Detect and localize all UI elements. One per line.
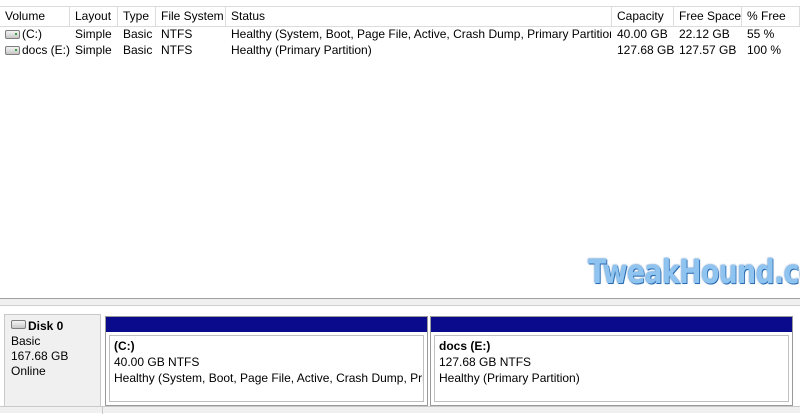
- column-header-layout[interactable]: Layout: [70, 7, 118, 26]
- disk-icon: [11, 320, 26, 329]
- disk-info-panel[interactable]: Disk 0 Basic 167.68 GB Online: [4, 314, 101, 409]
- cell-layout: Simple: [75, 43, 112, 57]
- column-header-capacity[interactable]: Capacity: [612, 7, 674, 26]
- partition-size: 40.00 GB NTFS: [114, 355, 200, 369]
- partition-e[interactable]: docs (E:) 127.68 GB NTFS Healthy (Primar…: [430, 316, 793, 406]
- disk-graphical-view[interactable]: Disk 0 Basic 167.68 GB Online (C:) 40.00…: [0, 306, 800, 413]
- column-header-volume[interactable]: Volume: [0, 7, 70, 26]
- cell-percent-free: 55 %: [747, 27, 775, 41]
- cell-type: Basic: [123, 27, 153, 41]
- table-row[interactable]: docs (E:) Simple Basic NTFS Healthy (Pri…: [0, 42, 800, 58]
- drive-icon: [5, 46, 20, 55]
- table-row[interactable]: (C:) Simple Basic NTFS Healthy (System, …: [0, 26, 800, 42]
- partition-details: (C:) 40.00 GB NTFS Healthy (System, Boot…: [109, 335, 424, 402]
- column-header-row: Volume Layout Type File System Status Ca…: [0, 6, 800, 27]
- partition-name: (C:): [114, 339, 135, 353]
- column-header-type[interactable]: Type: [118, 7, 156, 26]
- cell-percent-free: 100 %: [747, 43, 782, 57]
- cell-status: Healthy (Primary Partition): [231, 43, 372, 57]
- drive-icon: [5, 30, 20, 39]
- partition-size: 127.68 GB NTFS: [439, 355, 532, 369]
- column-header-percent-free[interactable]: % Free: [742, 7, 800, 26]
- cell-capacity: 127.68 GB: [617, 43, 675, 57]
- cell-volume: (C:): [22, 27, 42, 41]
- partition-status: Healthy (Primary Partition): [439, 371, 580, 385]
- cell-capacity: 40.00 GB: [617, 27, 668, 41]
- partition-status: Healthy (System, Boot, Page File, Active…: [114, 371, 424, 385]
- cell-status: Healthy (System, Boot, Page File, Active…: [231, 27, 611, 41]
- column-header-status[interactable]: Status: [226, 7, 612, 26]
- volume-list-view[interactable]: Volume Layout Type File System Status Ca…: [0, 0, 800, 298]
- cell-layout: Simple: [75, 27, 112, 41]
- cell-free-space: 127.57 GB: [679, 43, 737, 57]
- disk-size: 167.68 GB: [11, 349, 69, 363]
- cell-file-system: NTFS: [161, 43, 193, 57]
- column-header-free-space[interactable]: Free Space: [674, 7, 742, 26]
- partition-name: docs (E:): [439, 339, 491, 353]
- disk-status: Online: [11, 364, 46, 378]
- cell-type: Basic: [123, 43, 153, 57]
- pane-splitter[interactable]: [0, 298, 800, 306]
- disk-type: Basic: [11, 334, 41, 348]
- partition-details: docs (E:) 127.68 GB NTFS Healthy (Primar…: [434, 335, 789, 402]
- disk-name: Disk 0: [28, 319, 64, 333]
- partition-bar: [106, 317, 427, 332]
- column-header-file-system[interactable]: File System: [156, 7, 226, 26]
- disk-name-line: Disk 0: [11, 319, 100, 334]
- next-disk-row: [0, 406, 800, 414]
- watermark-logo: TweakHound.com: [588, 252, 800, 291]
- cell-file-system: NTFS: [161, 27, 193, 41]
- cell-free-space: 22.12 GB: [679, 27, 730, 41]
- partition-bar: [431, 317, 792, 332]
- partition-c[interactable]: (C:) 40.00 GB NTFS Healthy (System, Boot…: [105, 316, 428, 406]
- cell-volume: docs (E:): [22, 43, 71, 57]
